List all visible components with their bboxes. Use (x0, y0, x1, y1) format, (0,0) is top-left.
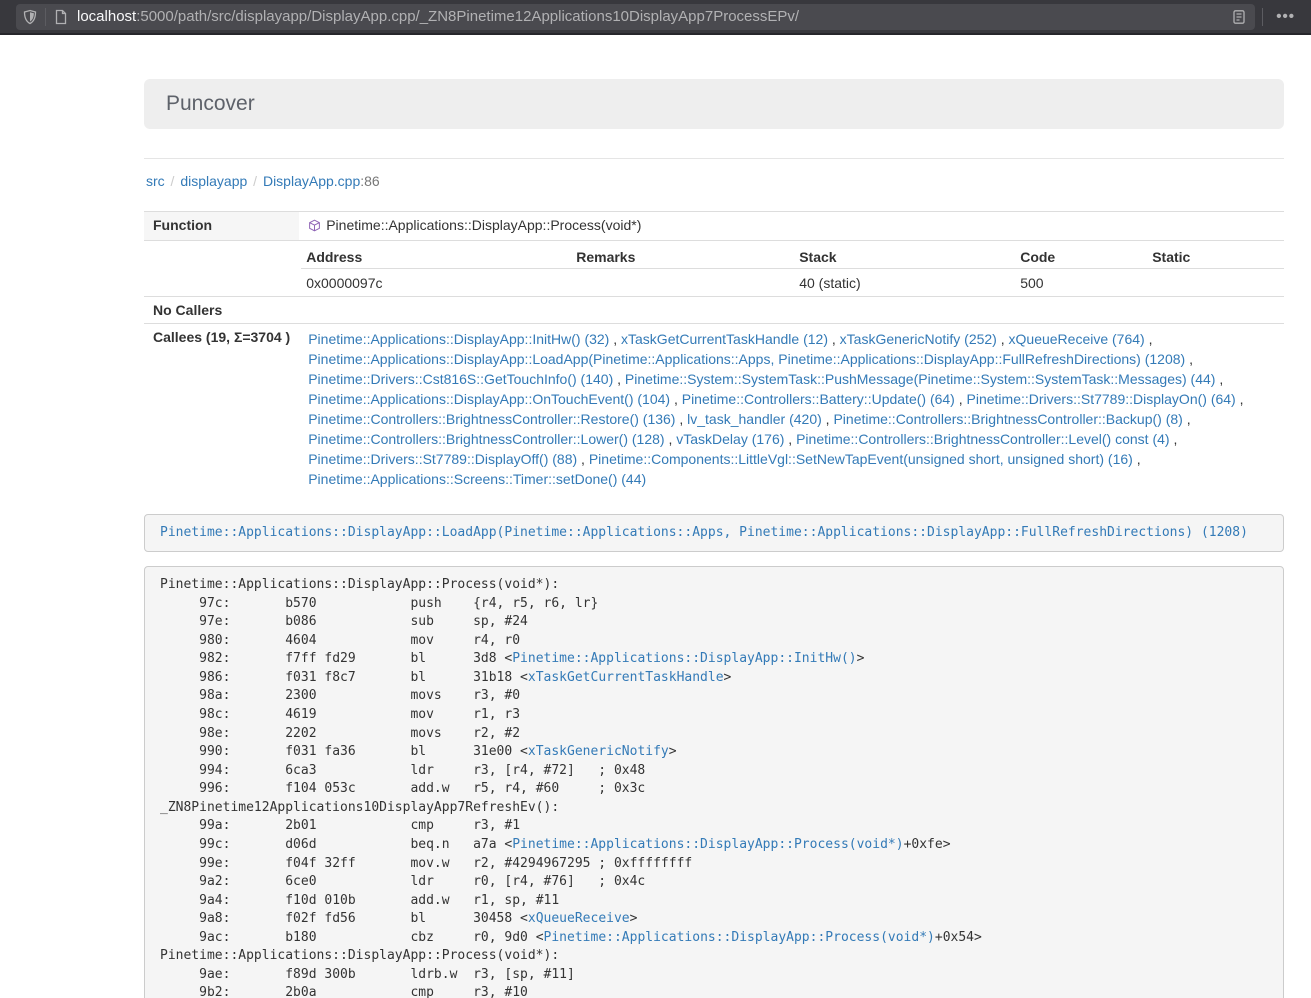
callee-link[interactable]: Pinetime::Applications::DisplayApp::OnTo… (308, 391, 670, 407)
callee-link[interactable]: Pinetime::Drivers::St7789::DisplayOff() … (308, 451, 577, 467)
breadcrumb-link[interactable]: src (146, 173, 165, 189)
no-callers-label: No Callers (144, 296, 1284, 323)
app-header: Puncover (144, 79, 1284, 129)
breadcrumb: src / displayapp / DisplayApp.cpp:86 (144, 171, 1284, 191)
cube-icon (308, 219, 321, 232)
callee-link[interactable]: Pinetime::Drivers::Cst816S::GetTouchInfo… (308, 371, 613, 387)
callee-link[interactable]: xTaskGetCurrentTaskHandle (12) (621, 331, 828, 347)
divider (144, 158, 1284, 159)
breadcrumb-link[interactable]: DisplayApp.cpp (263, 173, 360, 189)
col-static: Static (1147, 246, 1284, 269)
callee-link[interactable]: vTaskDelay (176) (676, 431, 784, 447)
symbol-link[interactable]: Pinetime::Applications::DisplayApp::Init… (512, 651, 856, 666)
code-value: 500 (1015, 268, 1147, 296)
page-container: Puncover src / displayapp / DisplayApp.c… (144, 35, 1284, 998)
remarks-value (571, 268, 794, 296)
callees-row: Callees (19, Σ=3704 ) Pinetime::Applicat… (144, 323, 1284, 494)
details-row: Address Remarks Stack Code Static 0x0000… (144, 240, 1284, 296)
loadapp-link[interactable]: Pinetime::Applications::DisplayApp::Load… (160, 525, 1248, 540)
symbol-link[interactable]: Pinetime::Applications::DisplayApp::Proc… (512, 837, 903, 852)
callee-link[interactable]: Pinetime::Controllers::Battery::Update()… (682, 391, 955, 407)
shield-icon[interactable] (22, 9, 38, 25)
col-address: Address (301, 246, 571, 269)
callee-link[interactable]: xQueueReceive (764) (1009, 331, 1145, 347)
callee-link[interactable]: Pinetime::Controllers::BrightnessControl… (833, 411, 1182, 427)
callee-link[interactable]: Pinetime::System::SystemTask::PushMessag… (625, 371, 1216, 387)
breadcrumb-separator: / (165, 173, 181, 189)
url-host: localhost (77, 8, 136, 25)
breadcrumb-line-number: :86 (360, 173, 379, 189)
function-label: Function (144, 212, 299, 241)
col-code: Code (1015, 246, 1147, 269)
url-text[interactable]: localhost:5000/path/src/displayapp/Displ… (77, 8, 1231, 25)
document-icon[interactable] (53, 9, 69, 25)
table-row: 0x0000097c 40 (static) 500 (301, 268, 1284, 296)
breadcrumb-link[interactable]: displayapp (180, 173, 247, 189)
loadapp-box: Pinetime::Applications::DisplayApp::Load… (144, 514, 1284, 553)
url-path: :5000/path/src/displayapp/DisplayApp.cpp… (136, 8, 799, 25)
overflow-menu-icon[interactable]: ••• (1270, 4, 1301, 30)
symbol-link[interactable]: xTaskGetCurrentTaskHandle (528, 670, 724, 685)
address-value: 0x0000097c (301, 268, 571, 296)
disassembly: Pinetime::Applications::DisplayApp::Proc… (144, 566, 1284, 998)
col-stack: Stack (794, 246, 1015, 269)
static-value (1147, 268, 1284, 296)
page-title: Puncover (166, 92, 1262, 116)
function-name: Pinetime::Applications::DisplayApp::Proc… (326, 217, 641, 233)
details-table: Address Remarks Stack Code Static 0x0000… (301, 246, 1284, 296)
callee-link[interactable]: Pinetime::Applications::Screens::Timer::… (308, 471, 646, 487)
url-bar[interactable]: localhost:5000/path/src/displayapp/Displ… (16, 4, 1255, 30)
symbol-link[interactable]: xTaskGenericNotify (528, 744, 669, 759)
function-table: Function Pinetime::Applications::Display… (144, 211, 1284, 494)
callee-link[interactable]: Pinetime::Applications::DisplayApp::Init… (308, 331, 609, 347)
symbol-link[interactable]: xQueueReceive (528, 911, 630, 926)
callee-link[interactable]: Pinetime::Components::LittleVgl::SetNewT… (589, 451, 1133, 467)
callee-link[interactable]: xTaskGenericNotify (252) (840, 331, 997, 347)
toolbar-divider (1262, 8, 1263, 26)
callee-link[interactable]: Pinetime::Controllers::BrightnessControl… (308, 431, 664, 447)
symbol-link[interactable]: Pinetime::Applications::DisplayApp::Proc… (544, 930, 935, 945)
stack-value: 40 (static) (794, 268, 1015, 296)
callee-link[interactable]: Pinetime::Controllers::BrightnessControl… (796, 431, 1169, 447)
toolbar-divider (45, 8, 46, 26)
no-callers-row: No Callers (144, 296, 1284, 323)
reader-mode-icon[interactable] (1231, 9, 1247, 25)
col-remarks: Remarks (571, 246, 794, 269)
function-row: Function Pinetime::Applications::Display… (144, 212, 1284, 241)
callee-link[interactable]: Pinetime::Controllers::BrightnessControl… (308, 411, 675, 427)
callee-link[interactable]: lv_task_handler (420) (687, 411, 822, 427)
callees-list: Pinetime::Applications::DisplayApp::Init… (299, 323, 1284, 494)
callee-link[interactable]: Pinetime::Applications::DisplayApp::Load… (308, 351, 1185, 367)
callees-label: Callees (19, Σ=3704 ) (144, 323, 299, 494)
browser-toolbar: localhost:5000/path/src/displayapp/Displ… (0, 0, 1311, 35)
breadcrumb-separator: / (247, 173, 263, 189)
callee-link[interactable]: Pinetime::Drivers::St7789::DisplayOn() (… (967, 391, 1236, 407)
